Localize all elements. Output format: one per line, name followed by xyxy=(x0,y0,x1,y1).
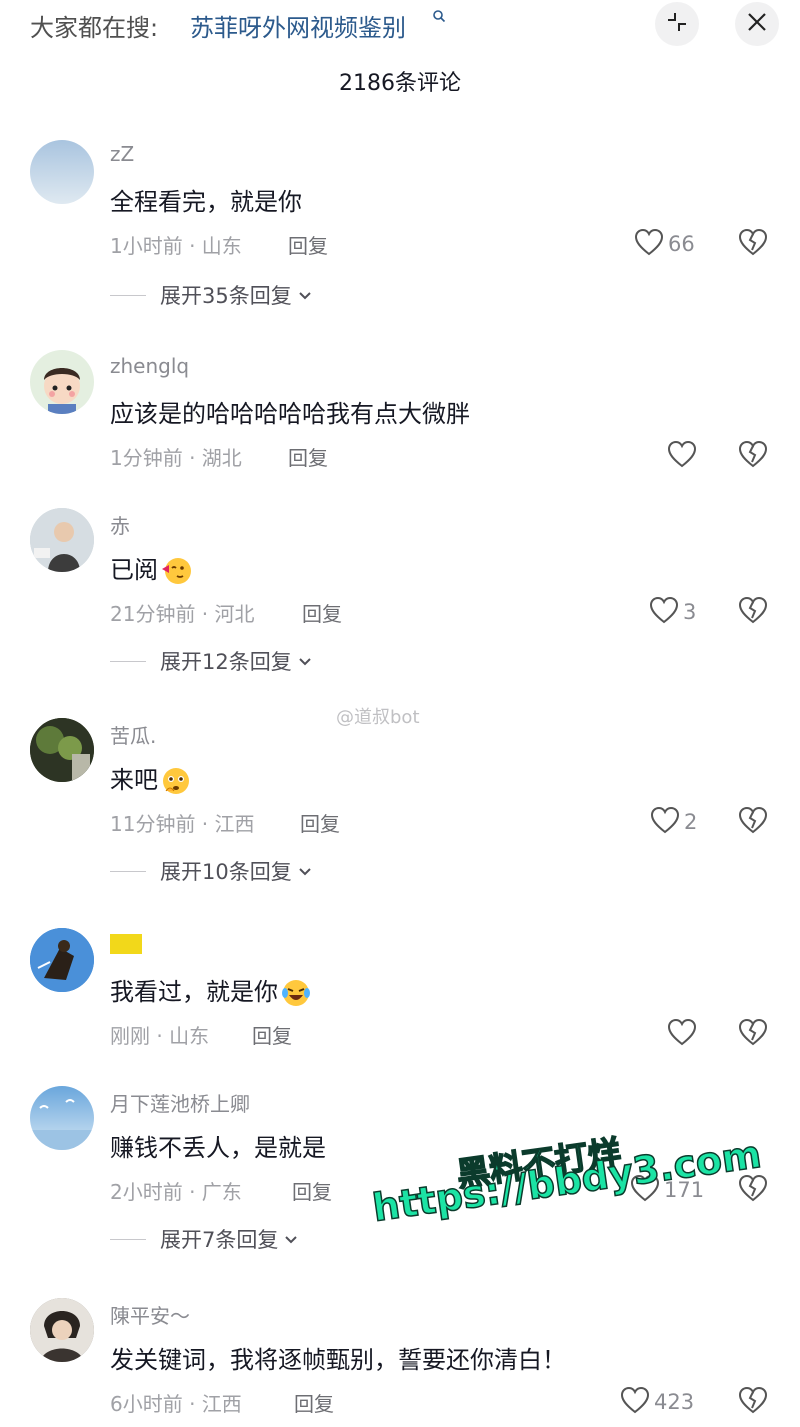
like-button[interactable] xyxy=(667,1018,697,1050)
comment-text: 应该是的哈哈哈哈哈我有点大微胖 xyxy=(110,400,470,428)
avatar[interactable] xyxy=(30,1086,94,1150)
comment-meta: 6小时前 · 江西 xyxy=(110,1392,242,1416)
username-badge-icon[interactable] xyxy=(110,934,142,954)
chevron-down-icon xyxy=(298,652,312,671)
comment-text: 赚钱不丢人，是就是 xyxy=(110,1134,326,1162)
broken-heart-icon xyxy=(738,440,768,472)
dislike-button[interactable] xyxy=(738,596,768,628)
wink-kiss-emoji-icon xyxy=(160,555,192,587)
like-button[interactable]: 3 xyxy=(649,596,696,628)
reply-button[interactable]: 回复 xyxy=(294,1388,334,1417)
divider-line xyxy=(110,660,146,662)
broken-heart-icon xyxy=(738,1174,768,1206)
comment-meta: 刚刚 · 山东 xyxy=(110,1024,210,1048)
expand-replies-button[interactable]: 展开7条回复 xyxy=(110,1224,298,1254)
comment-meta: 1小时前 · 山东 xyxy=(110,234,242,258)
avatar[interactable] xyxy=(30,140,94,204)
comment-text: 我看过，就是你 xyxy=(110,972,312,1009)
expand-replies-label: 展开10条回复 xyxy=(160,860,292,884)
comment-meta: 11分钟前 · 江西 xyxy=(110,812,255,836)
comment-username[interactable]: 月下莲池桥上卿 xyxy=(110,1088,250,1117)
like-count: 3 xyxy=(683,600,697,624)
reply-button[interactable]: 回复 xyxy=(252,1020,292,1049)
comment-text: 已阅 xyxy=(110,550,192,587)
dislike-button[interactable] xyxy=(738,1174,768,1206)
reply-button[interactable]: 回复 xyxy=(288,230,328,259)
comment-text: 发关键词，我将逐帧甄别，誓要还你清白！ xyxy=(110,1346,566,1374)
reply-button[interactable]: 回复 xyxy=(288,442,328,471)
comment-meta: 1分钟前 · 湖北 xyxy=(110,446,242,470)
search-icon[interactable] xyxy=(432,8,446,27)
comment-username[interactable]: 赤 xyxy=(110,510,130,539)
heart-icon xyxy=(667,1018,697,1050)
dislike-button[interactable] xyxy=(738,1386,768,1418)
like-button[interactable] xyxy=(667,440,697,472)
dislike-button[interactable] xyxy=(738,440,768,472)
avatar[interactable] xyxy=(30,508,94,572)
like-button[interactable]: 2 xyxy=(650,806,697,838)
chevron-down-icon xyxy=(298,862,312,881)
dislike-button[interactable] xyxy=(738,228,768,260)
expand-replies-label: 展开7条回复 xyxy=(160,1228,279,1252)
comment-meta: 2小时前 · 广东 xyxy=(110,1180,242,1204)
reply-button[interactable]: 回复 xyxy=(302,598,342,627)
chevron-down-icon xyxy=(284,1230,298,1249)
divider-line xyxy=(110,870,146,872)
broken-heart-icon xyxy=(738,228,768,260)
comment-username[interactable]: zZ xyxy=(110,142,134,166)
comment-meta: 21分钟前 · 河北 xyxy=(110,602,255,626)
broken-heart-icon xyxy=(738,806,768,838)
like-button[interactable]: 423 xyxy=(620,1386,694,1418)
divider-line xyxy=(110,294,146,296)
like-count: 2 xyxy=(684,810,698,834)
minimize-icon xyxy=(665,10,689,38)
expand-replies-button[interactable]: 展开35条回复 xyxy=(110,280,312,310)
comment-username[interactable]: 苦瓜. xyxy=(110,720,156,749)
reply-button[interactable]: 回复 xyxy=(300,808,340,837)
expand-replies-button[interactable]: 展开10条回复 xyxy=(110,856,312,886)
dislike-button[interactable] xyxy=(738,1018,768,1050)
heart-icon xyxy=(649,596,679,628)
heart-icon xyxy=(620,1386,650,1418)
comment-username[interactable]: zhenglq xyxy=(110,354,189,378)
avatar[interactable] xyxy=(30,350,94,414)
reply-button[interactable]: 回复 xyxy=(292,1176,332,1205)
search-suggestion-link[interactable]: 苏菲呀外网视频鉴别 xyxy=(190,8,406,43)
chevron-down-icon xyxy=(298,286,312,305)
comment-username[interactable]: 陳平安～ xyxy=(110,1300,190,1329)
heart-icon xyxy=(667,440,697,472)
pleading-emoji-icon xyxy=(160,765,192,797)
top-bar: 大家都在搜: 苏菲呀外网视频鉴别 xyxy=(0,0,800,50)
comment-text: 全程看完，就是你 xyxy=(110,188,302,216)
expand-replies-label: 展开12条回复 xyxy=(160,650,292,674)
broken-heart-icon xyxy=(738,1386,768,1418)
weibo-watermark: @道叔bot xyxy=(336,707,420,728)
avatar[interactable] xyxy=(30,1298,94,1362)
laughing-crying-emoji-icon xyxy=(280,977,312,1009)
broken-heart-icon xyxy=(738,596,768,628)
avatar[interactable] xyxy=(30,928,94,992)
divider-line xyxy=(110,1238,146,1240)
comment-text: 来吧 xyxy=(110,760,192,797)
avatar[interactable] xyxy=(30,718,94,782)
expand-replies-button[interactable]: 展开12条回复 xyxy=(110,646,312,676)
close-icon xyxy=(746,11,768,37)
search-prefix: 大家都在搜: xyxy=(30,14,159,42)
heart-icon xyxy=(634,228,664,260)
like-count: 66 xyxy=(668,232,695,256)
broken-heart-icon xyxy=(738,1018,768,1050)
heart-icon xyxy=(650,806,680,838)
close-button[interactable] xyxy=(735,2,779,46)
minimize-button[interactable] xyxy=(655,2,699,46)
comment-count-title: 2186条评论 xyxy=(339,71,461,96)
dislike-button[interactable] xyxy=(738,806,768,838)
like-button[interactable]: 66 xyxy=(634,228,695,260)
expand-replies-label: 展开35条回复 xyxy=(160,284,292,308)
like-count: 423 xyxy=(654,1390,695,1414)
